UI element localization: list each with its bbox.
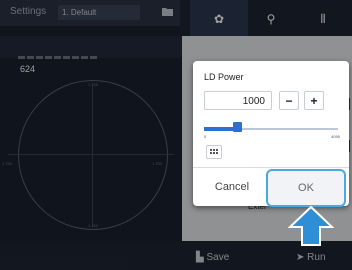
pointer-arrow-icon [288,206,334,246]
power-slider-thumb[interactable] [232,122,242,132]
keyboard-icon [210,149,218,154]
dialog-title: LD Power [204,72,244,82]
increment-button[interactable]: + [304,91,324,110]
cancel-button[interactable]: Cancel [193,168,271,206]
slider-max: 4095 [331,134,340,139]
slider-min: 0 [204,134,207,139]
ok-button[interactable]: OK [266,169,346,207]
keyboard-button[interactable] [206,145,222,159]
power-slider-fill [204,127,237,131]
decrement-button[interactable]: − [279,91,299,110]
power-value-input[interactable]: 1000 [204,91,272,110]
